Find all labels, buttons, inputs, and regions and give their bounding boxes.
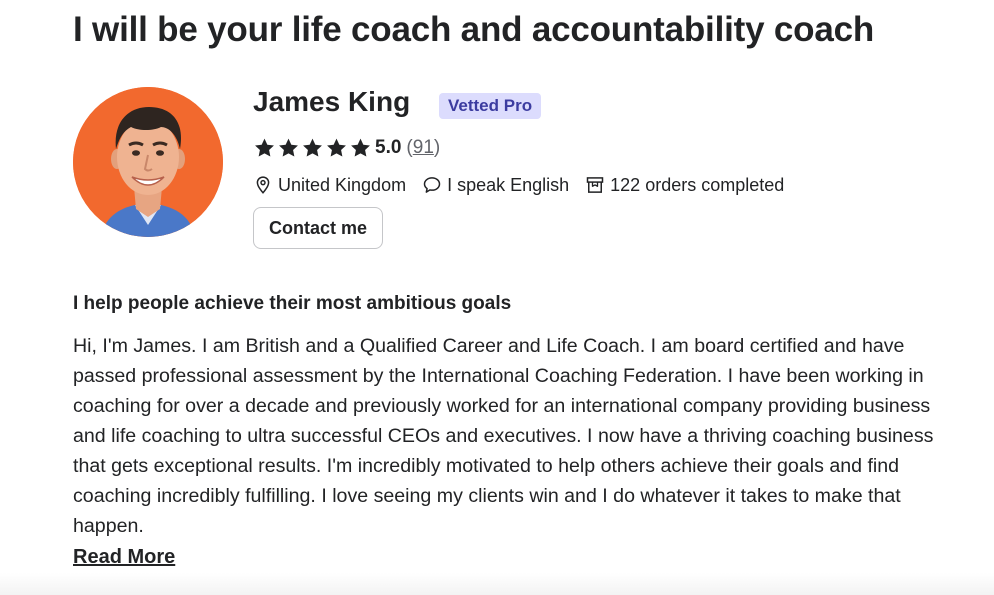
rating-stars [253,137,372,159]
bottom-fade [0,573,994,595]
seller-meta: United Kingdom I speak English 122 order… [253,172,800,198]
avatar-photo [73,87,223,237]
contact-me-button[interactable]: Contact me [253,207,383,249]
seller-languages: I speak English [422,175,569,196]
gig-title: I will be your life coach and accountabi… [73,10,875,49]
star-icon [327,138,346,157]
star-icon [351,138,370,157]
seller-orders: 122 orders completed [585,175,784,196]
read-more-link[interactable]: Read More [73,546,175,569]
orders-text: 122 orders completed [610,174,785,195]
rating-score: 5.0 [375,137,402,158]
speech-bubble-icon [423,177,441,193]
about-heading: I help people achieve their most ambitio… [73,293,512,314]
review-count-link[interactable]: (91) [406,137,440,159]
seller-location: United Kingdom [253,175,406,196]
seller-name[interactable]: James King [253,86,410,118]
about-description: Hi, I'm James. I am British and a Qualif… [73,335,934,537]
review-count: 91 [412,137,434,158]
location-pin-icon [256,176,270,194]
review-paren-close: ) [433,137,441,158]
star-icon [279,138,298,157]
gig-overview: I will be your life coach and accountabi… [0,0,994,595]
orders-box-icon [586,177,604,193]
star-icon [255,138,274,157]
vetted-pro-badge: Vetted Pro [439,93,542,119]
location-text: United Kingdom [278,174,407,195]
star-icon [303,138,322,157]
languages-text: I speak English [447,174,570,195]
rating-row: 5.0 (91) [253,136,440,160]
seller-avatar[interactable] [73,87,223,237]
